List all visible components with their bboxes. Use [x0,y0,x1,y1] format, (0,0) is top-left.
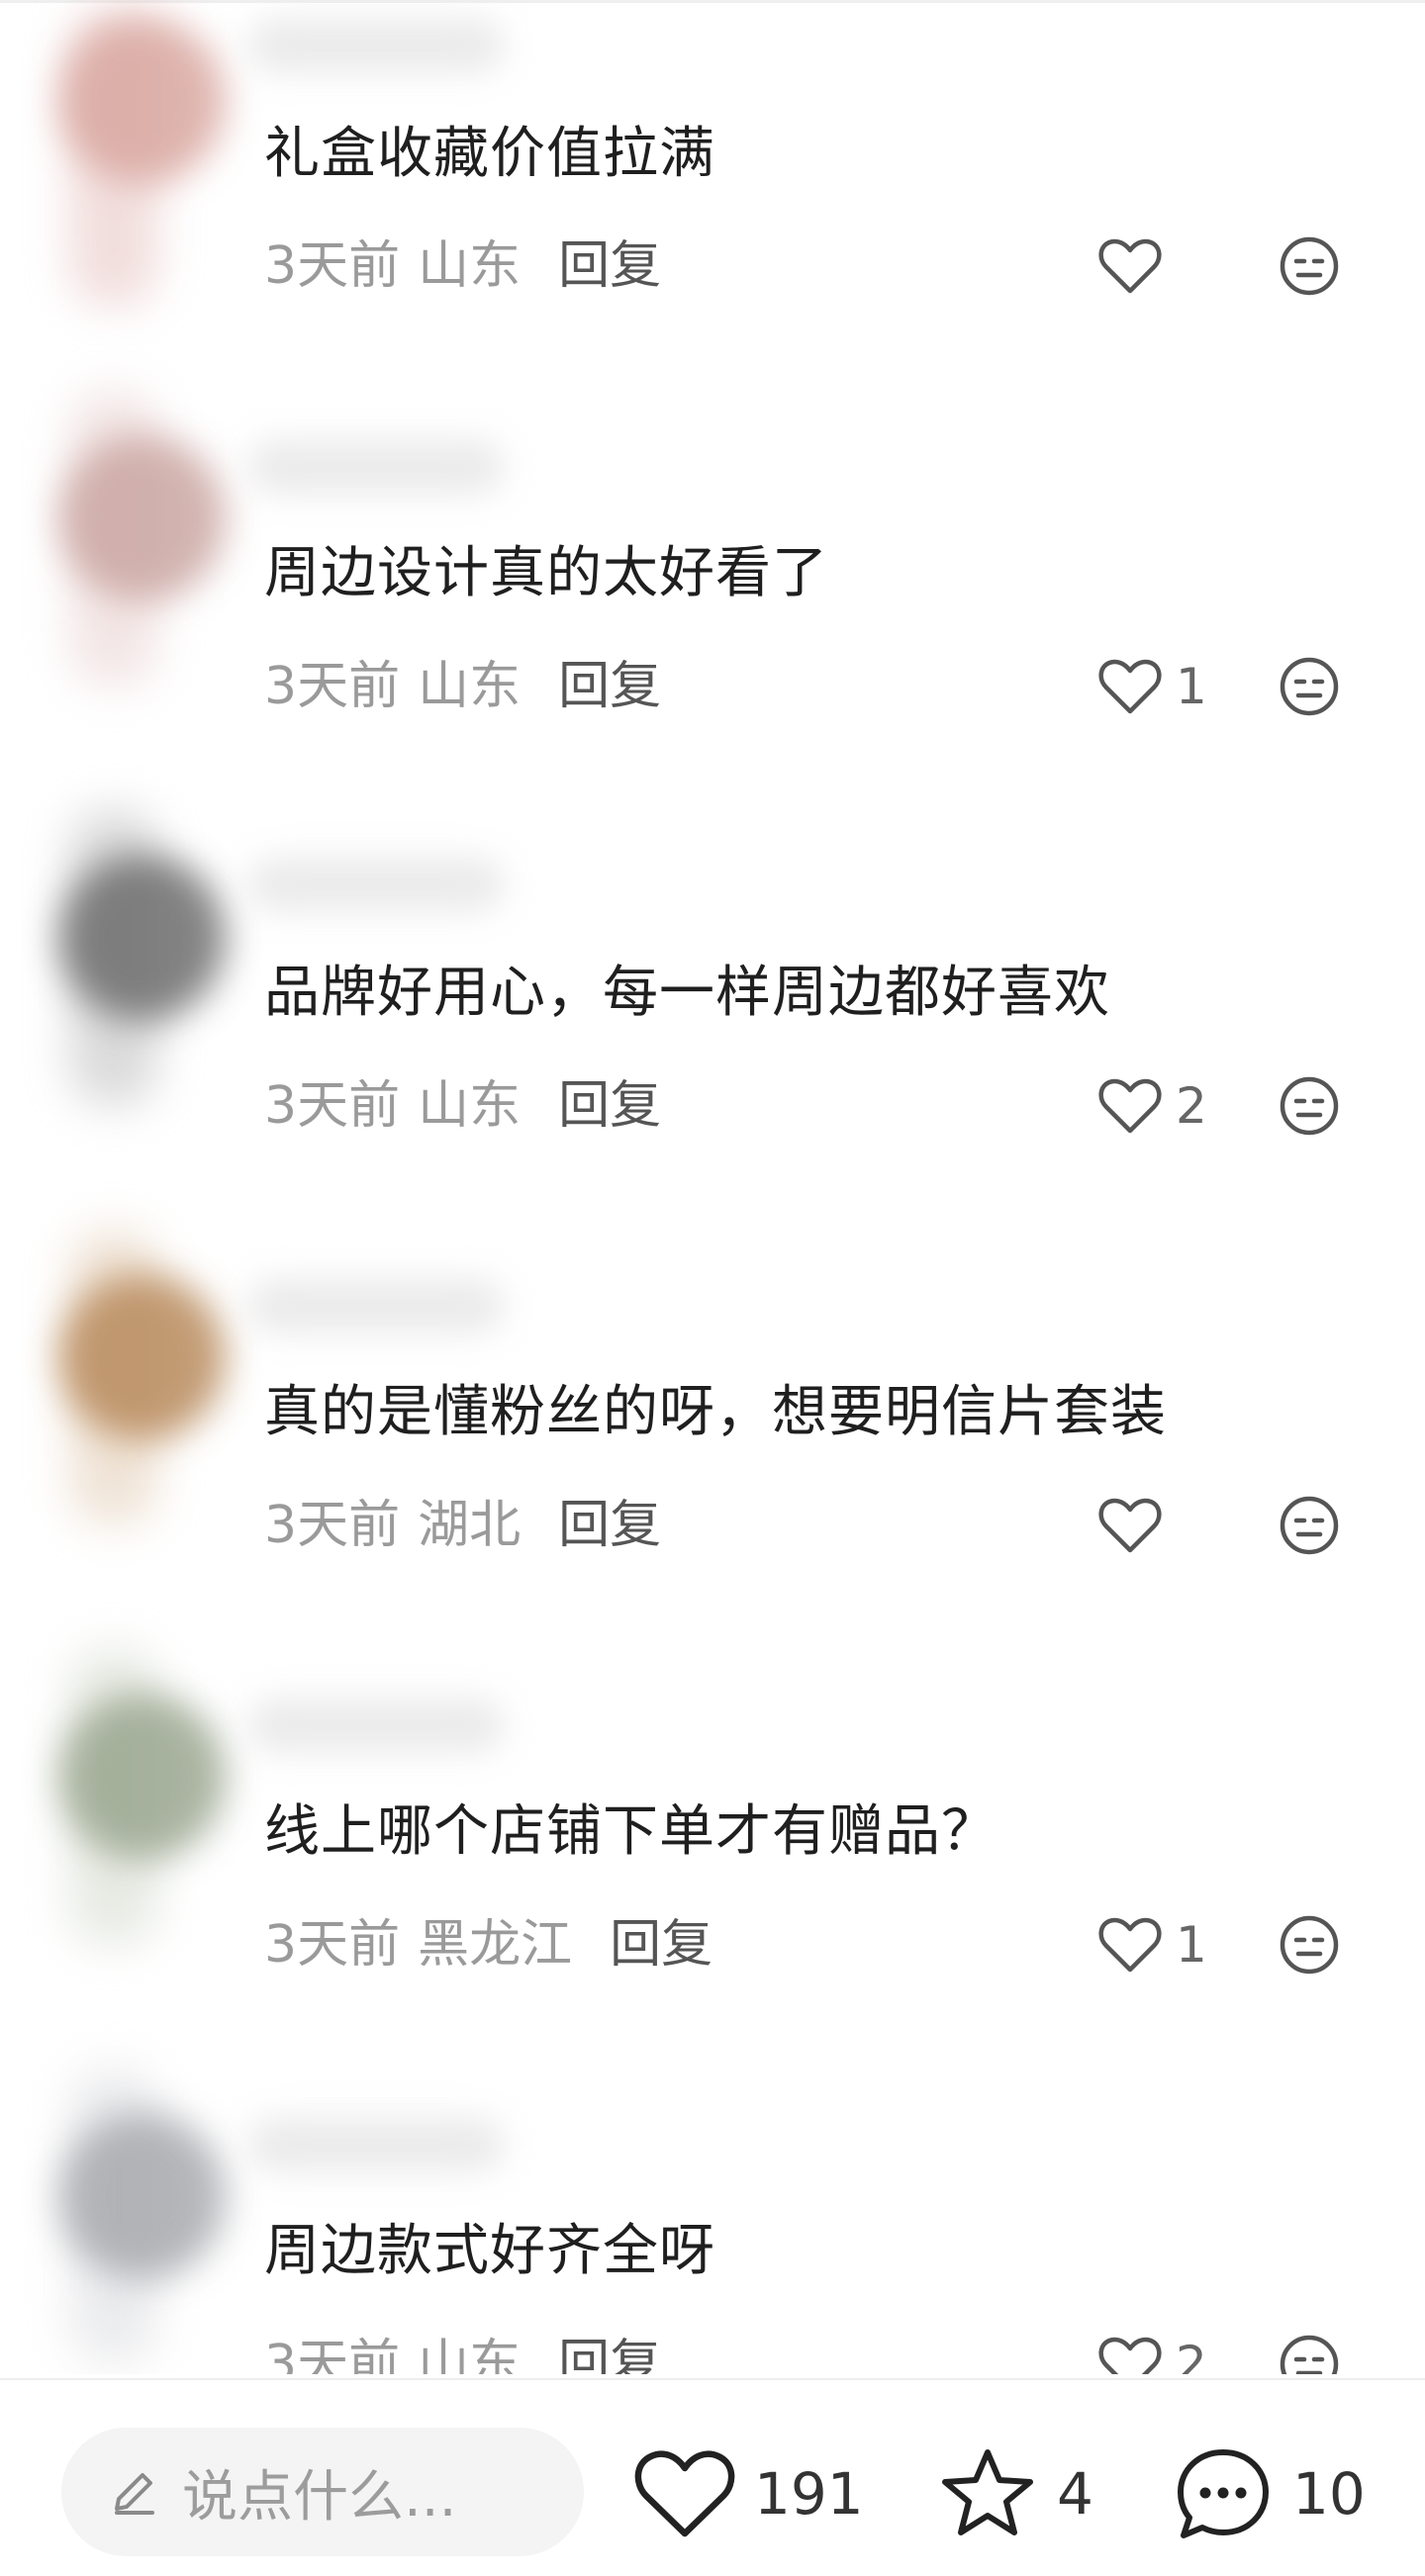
like-button[interactable]: 1 [1098,1913,1207,1977]
meh-face-icon [1280,2335,1339,2374]
comment-time: 3天前 [264,657,401,716]
comment-time: 3天前 [264,1915,401,1975]
reply-button[interactable]: 回复 [558,657,661,716]
star-icon [942,2449,1033,2535]
like-button[interactable] [1098,234,1176,298]
avatar[interactable] [59,435,226,601]
favorite-button[interactable]: 4 [936,2439,1093,2548]
comment-location: 山东 [418,2335,522,2374]
comment-button[interactable]: 10 [1172,2439,1366,2548]
like-count: 1 [1176,1916,1207,1974]
comment-meta: 3天前 山东 回复 [264,655,661,718]
like-post-button[interactable]: 191 [633,2439,864,2548]
comment-count: 10 [1292,2460,1366,2528]
comment-item: 线上哪个店铺下单才有赠品？ 3天前 黑龙江 回复 1 [0,1648,1425,2097]
comment-item: 真的是懂粉丝的呀，想要明信片套装 3天前 湖北 回复 [0,1229,1425,1678]
comment-location: 山东 [418,236,522,296]
emoji-reaction-button[interactable] [1279,1495,1340,1556]
reply-button[interactable]: 回复 [558,2335,661,2374]
emoji-reaction-button[interactable] [1279,2334,1340,2374]
comment-location: 湖北 [418,1496,522,1555]
like-button[interactable] [1098,1494,1176,1557]
emoji-reaction-button[interactable] [1279,235,1340,297]
heart-icon [1098,238,1162,294]
comment-text: 礼盒收藏价值拉满 [264,122,715,186]
comment-location: 山东 [418,657,522,716]
chat-bubble-icon [1178,2449,1269,2538]
comment-text: 周边设计真的太好看了 [264,541,828,605]
comment-location: 黑龙江 [418,1915,573,1975]
username-blurred [247,2117,505,2172]
username-blurred [247,18,505,73]
emoji-reaction-button[interactable] [1279,1914,1340,1976]
heart-icon [634,2450,735,2537]
comment-screen: 礼盒收藏价值拉满 3天前山东回复 周边设计真的太好看了 3天前山东回复 [0,0,1425,2576]
favorite-count: 4 [1057,2460,1093,2528]
pencil-icon [115,2473,154,2515]
comment-item: 周边设计真的太好看了 3天前 山东 回复 1 [0,390,1425,839]
emoji-reaction-button[interactable] [1279,1075,1340,1137]
like-count: 2 [1176,2336,1207,2374]
comment-time: 3天前 [264,2335,401,2374]
comment-meta: 3天前 山东 回复 [264,2333,661,2374]
username-blurred [247,857,505,912]
avatar[interactable] [59,2113,226,2279]
comment-time: 3天前 [264,1496,401,1555]
reply-button[interactable]: 回复 [610,1915,712,1975]
heart-icon [1098,1917,1162,1973]
reply-button[interactable]: 回复 [558,236,661,296]
meh-face-icon [1280,1915,1339,1975]
emoji-reaction-button[interactable] [1279,656,1340,717]
comment-text: 品牌好用心，每一样周边都好喜欢 [264,961,1110,1025]
like-count: 1 [1176,658,1207,715]
heart-icon [1098,2337,1162,2374]
like-count: 2 [1176,1077,1207,1135]
comment-item: 品牌好用心，每一样周边都好喜欢 3天前 山东 回复 2 [0,809,1425,1258]
meh-face-icon [1280,236,1339,296]
comment-meta: 3天前 山东 回复 [264,234,661,298]
bottom-action-bar: 说点什么... 191 4 10 [0,2378,1425,2576]
comment-meta: 3天前 山东 回复 [264,1074,661,1138]
reply-button[interactable]: 回复 [558,1076,661,1136]
meh-face-icon [1280,657,1339,716]
like-button[interactable]: 2 [1098,2333,1207,2374]
username-blurred [247,1278,505,1334]
comment-input[interactable]: 说点什么... [61,2428,584,2556]
comment-item: 周边款式好齐全呀 3天前 山东 回复 2 [0,2068,1425,2374]
comment-time: 3天前 [264,1076,401,1136]
comment-time: 3天前 [264,236,401,296]
comment-text: 线上哪个店铺下单才有赠品？ [264,1799,998,1864]
avatar[interactable] [59,855,226,1021]
comment-meta: 3天前 湖北 回复 [264,1494,661,1557]
comment-meta: 3天前 黑龙江 回复 [264,1913,712,1977]
username-blurred [247,1698,505,1753]
like-post-count: 191 [754,2460,864,2528]
heart-icon [1098,1078,1162,1134]
avatar[interactable] [59,1274,226,1440]
comment-item: 礼盒收藏价值拉满 3天前 山东 回复 [0,0,1425,419]
meh-face-icon [1280,1496,1339,1555]
comment-location: 山东 [418,1076,522,1136]
reply-button[interactable]: 回复 [558,1496,661,1555]
meh-face-icon [1280,1076,1339,1136]
avatar[interactable] [59,1694,226,1860]
avatar[interactable] [59,18,226,184]
like-button[interactable]: 1 [1098,655,1207,718]
username-blurred [247,439,505,495]
like-button[interactable]: 2 [1098,1074,1207,1138]
heart-icon [1098,1498,1162,1553]
comment-text: 周边款式好齐全呀 [264,2219,715,2283]
heart-icon [1098,659,1162,714]
comment-text: 真的是懂粉丝的呀，想要明信片套装 [264,1380,1167,1444]
comment-input-placeholder: 说点什么... [182,2464,457,2530]
comment-list[interactable]: 礼盒收藏价值拉满 3天前山东回复 周边设计真的太好看了 3天前山东回复 [0,0,1425,2374]
